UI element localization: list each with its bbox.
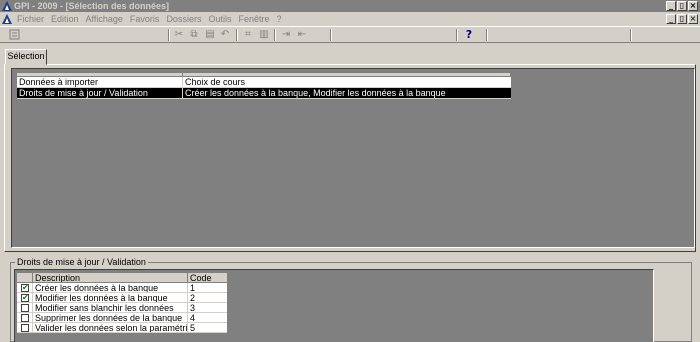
rights-description: Valider les données selon la paramétrisa… [35, 323, 188, 332]
rights-row[interactable]: Valider les données selon la paramétrisa… [17, 323, 227, 333]
rights-code: 1 [190, 283, 196, 293]
selection-row-rights[interactable]: Droits de mise à jour / Validation Créer… [17, 88, 511, 99]
description-column-header[interactable]: Description [33, 273, 188, 282]
indent-icon[interactable]: ⇥ [280, 29, 292, 41]
menu-items: Fichier Edition Affichage Favoris Dossie… [17, 12, 282, 26]
cut-icon[interactable]: ✂ [174, 29, 184, 41]
rights-grid-header: Description Code [17, 273, 227, 283]
menu-bar: Fichier Edition Affichage Favoris Dossie… [0, 12, 700, 26]
column-header-right[interactable] [183, 73, 511, 76]
rights-checkbox-4[interactable] [21, 314, 29, 322]
rights-row[interactable]: ✔ Créer les données à la banque 1 [17, 283, 227, 293]
row-label: Droits de mise à jour / Validation [17, 88, 183, 98]
menu-affichage[interactable]: Affichage [86, 12, 123, 26]
code-column-header[interactable]: Code [188, 273, 227, 283]
window-title: GPI - 2009 - [Sélection des données] [14, 1, 170, 11]
fit-icon[interactable]: ⌗ [242, 29, 254, 41]
toolbar-separator [630, 29, 632, 41]
rights-code: 4 [190, 313, 196, 323]
title-bar: GPI - 2009 - [Sélection des données] _ ▯… [0, 0, 700, 12]
menu-dossiers[interactable]: Dossiers [166, 12, 201, 26]
rights-description: Modifier les données à la banque [33, 293, 188, 302]
rights-row[interactable]: ✔ Modifier les données à la banque 2 [17, 293, 227, 303]
groupbox-legend: Droits de mise à jour / Validation [15, 257, 148, 267]
tab-selection[interactable]: Sélection [5, 49, 47, 65]
row-value: Choix de cours [185, 77, 246, 87]
rights-code: 5 [190, 323, 196, 333]
check-cell [17, 323, 33, 332]
rights-code: 2 [190, 293, 196, 303]
menu-help[interactable]: ? [277, 12, 282, 26]
toolbar-separator [168, 29, 170, 41]
check-cell [17, 313, 33, 322]
copy-icon[interactable]: ⧉ [188, 29, 200, 41]
toolbar-separator [274, 29, 276, 41]
selection-grid-area: Données à importer Choix de cours Droits… [11, 68, 695, 248]
document-window-controls: _ ▯ × [666, 14, 698, 24]
window-controls: _ ▯ × [666, 1, 698, 11]
rights-description: Modifier sans blanchir les données [33, 303, 188, 312]
rights-checkbox-1[interactable]: ✔ [21, 284, 29, 292]
rights-checkbox-2[interactable]: ✔ [21, 294, 29, 302]
toolbar-separator [236, 29, 238, 41]
row-value: Créer les données à la banque, Modifier … [185, 88, 446, 98]
selection-panel: Données à importer Choix de cours Droits… [4, 64, 696, 252]
check-column-header [17, 273, 33, 282]
undo-icon[interactable]: ↶ [220, 29, 230, 41]
paste-icon[interactable]: ▤ [204, 29, 216, 41]
doc-minimize-button[interactable]: _ [666, 14, 676, 24]
check-cell: ✔ [17, 283, 33, 292]
rights-groupbox: Droits de mise à jour / Validation Descr… [10, 257, 692, 342]
menu-fichier[interactable]: Fichier [17, 12, 44, 26]
help-icon[interactable]: ? [464, 29, 474, 41]
rights-row[interactable]: Modifier sans blanchir les données 3 [17, 303, 227, 313]
minimize-button[interactable]: _ [666, 1, 676, 11]
toolbar-separator [486, 29, 488, 41]
rights-checkbox-3[interactable] [21, 304, 29, 312]
rights-grid-area: Description Code ✔ Créer les données à l… [14, 269, 654, 342]
doc-close-button[interactable]: × [688, 14, 698, 24]
rights-description: Supprimer les données de la banque [33, 313, 188, 322]
outdent-icon[interactable]: ⇤ [296, 29, 308, 41]
toolbar: ✂ ⧉ ▤ ↶ ⌗ ▥ ⇥ ⇤ ? [0, 26, 700, 43]
menu-fenetre[interactable]: Fenêtre [238, 12, 269, 26]
restore-button[interactable]: ▯ [677, 1, 687, 11]
rights-row[interactable]: Supprimer les données de la banque 4 [17, 313, 227, 323]
toolbar-separator [456, 29, 458, 41]
book-icon[interactable]: ▥ [258, 29, 270, 41]
check-cell: ✔ [17, 293, 33, 302]
app-logo-icon [2, 1, 12, 11]
rights-grid: Description Code ✔ Créer les données à l… [17, 273, 227, 333]
selection-grid: Données à importer Choix de cours Droits… [17, 73, 511, 99]
row-label: Données à importer [17, 77, 183, 87]
menu-outils[interactable]: Outils [208, 12, 231, 26]
document-logo-icon [2, 14, 12, 24]
toolbar-separator [330, 29, 332, 41]
doc-restore-button[interactable]: ▯ [677, 14, 687, 24]
form-icon[interactable] [8, 29, 20, 41]
selection-row-import[interactable]: Données à importer Choix de cours [17, 77, 511, 88]
rights-code: 3 [190, 303, 196, 313]
menu-favoris[interactable]: Favoris [130, 12, 160, 26]
check-cell [17, 303, 33, 312]
close-button[interactable]: × [688, 1, 698, 11]
rights-description: Créer les données à la banque [33, 283, 188, 292]
column-header-left[interactable] [17, 73, 183, 76]
rights-checkbox-5[interactable] [21, 324, 29, 332]
menu-edition[interactable]: Edition [51, 12, 79, 26]
